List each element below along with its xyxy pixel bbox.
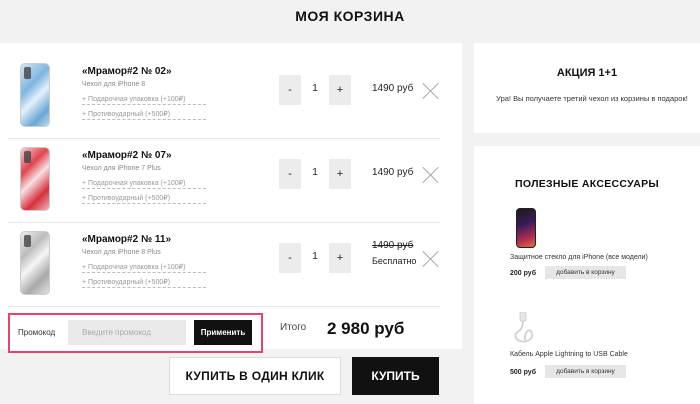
shockproof-option[interactable]: + Противоударный (+500₽) — [82, 110, 206, 120]
qty-plus-button[interactable]: + — [329, 159, 351, 189]
add-to-cart-button[interactable]: добавить в корзину — [545, 365, 626, 378]
buy-button[interactable]: КУПИТЬ — [352, 357, 439, 395]
remove-icon[interactable] — [422, 82, 440, 100]
accessory-name[interactable]: Кабель Apple Lightning to USB Cable — [510, 351, 628, 358]
qty-plus-button[interactable]: + — [329, 75, 351, 105]
remove-icon[interactable] — [422, 166, 440, 184]
shockproof-option[interactable]: + Противоударный (+500₽) — [82, 194, 206, 204]
item-price-strikethrough: 1490 руб — [372, 240, 414, 251]
item-model: Чехол для iPhone 7 Plus — [82, 165, 161, 172]
offer-text: Ура! Вы получаете третий чехол из корзин… — [496, 94, 688, 103]
qty-minus-button[interactable]: - — [279, 75, 301, 105]
product-image[interactable] — [20, 63, 50, 127]
promo-code-input[interactable] — [68, 320, 186, 345]
page-title: МОЯ КОРЗИНА — [295, 8, 405, 24]
cart-item: «Мрамор#2 № 11» Чехол для iPhone 8 Plus … — [8, 223, 440, 307]
item-price-free: Бесплатно — [372, 256, 417, 266]
accessory-price: 200 руб — [510, 270, 537, 277]
accessory-price: 500 руб — [510, 369, 537, 376]
item-model: Чехол для iPhone 8 Plus — [82, 249, 161, 256]
qty-value: 1 — [312, 251, 318, 262]
shockproof-option[interactable]: + Противоударный (+500₽) — [82, 278, 206, 288]
quantity-stepper: - 1 + — [279, 75, 351, 107]
quantity-stepper: - 1 + — [279, 159, 351, 191]
accessories-panel: ПОЛЕЗНЫЕ АКСЕССУАРЫ Защитное стекло для … — [474, 146, 700, 404]
gift-wrap-option[interactable]: + Подарочная упаковка (+100₽) — [82, 95, 206, 105]
promo-code-label: Промокод — [18, 328, 56, 337]
item-model: Чехол для iPhone 8 — [82, 81, 146, 88]
item-name[interactable]: «Мрамор#2 № 11» — [82, 234, 171, 245]
product-image[interactable] — [20, 147, 50, 211]
product-image[interactable] — [20, 231, 50, 295]
offer-panel: АКЦИЯ 1+1 Ура! Вы получаете третий чехол… — [474, 43, 700, 133]
cart-item: «Мрамор#2 № 07» Чехол для iPhone 7 Plus … — [8, 139, 440, 223]
qty-minus-button[interactable]: - — [279, 243, 301, 273]
add-to-cart-button[interactable]: добавить в корзину — [545, 266, 626, 279]
buy-one-click-button[interactable]: КУПИТЬ В ОДИН КЛИК — [169, 357, 341, 395]
item-price: 1490 руб — [372, 167, 414, 178]
accessories-title: ПОЛЕЗНЫЕ АКСЕССУАРЫ — [515, 178, 659, 190]
qty-value: 1 — [312, 167, 318, 178]
item-name[interactable]: «Мрамор#2 № 02» — [82, 66, 172, 77]
cable-icon[interactable] — [510, 312, 540, 344]
total-label: Итого — [280, 322, 307, 333]
offer-title: АКЦИЯ 1+1 — [556, 67, 618, 79]
apply-promo-button[interactable]: Применить — [194, 320, 252, 345]
cart-item: «Мрамор#2 № 02» Чехол для iPhone 8 + Под… — [8, 55, 440, 139]
item-price: 1490 руб — [372, 83, 414, 94]
total-value: 2 980 руб — [327, 319, 405, 338]
qty-minus-button[interactable]: - — [279, 159, 301, 189]
phone-image[interactable] — [516, 208, 536, 248]
quantity-stepper: - 1 + — [279, 243, 351, 275]
accessory-name[interactable]: Защитное стекло для iPhone (все модели) — [510, 254, 648, 261]
qty-value: 1 — [312, 83, 318, 94]
item-name[interactable]: «Мрамор#2 № 07» — [82, 150, 172, 161]
qty-plus-button[interactable]: + — [329, 243, 351, 273]
gift-wrap-option[interactable]: + Подарочная упаковка (+100₽) — [82, 179, 206, 189]
cart-panel: «Мрамор#2 № 02» Чехол для iPhone 8 + Под… — [0, 43, 462, 349]
promo-code-box: Промокод Применить — [8, 313, 263, 353]
remove-icon[interactable] — [422, 250, 440, 268]
gift-wrap-option[interactable]: + Подарочная упаковка (+100₽) — [82, 263, 206, 273]
